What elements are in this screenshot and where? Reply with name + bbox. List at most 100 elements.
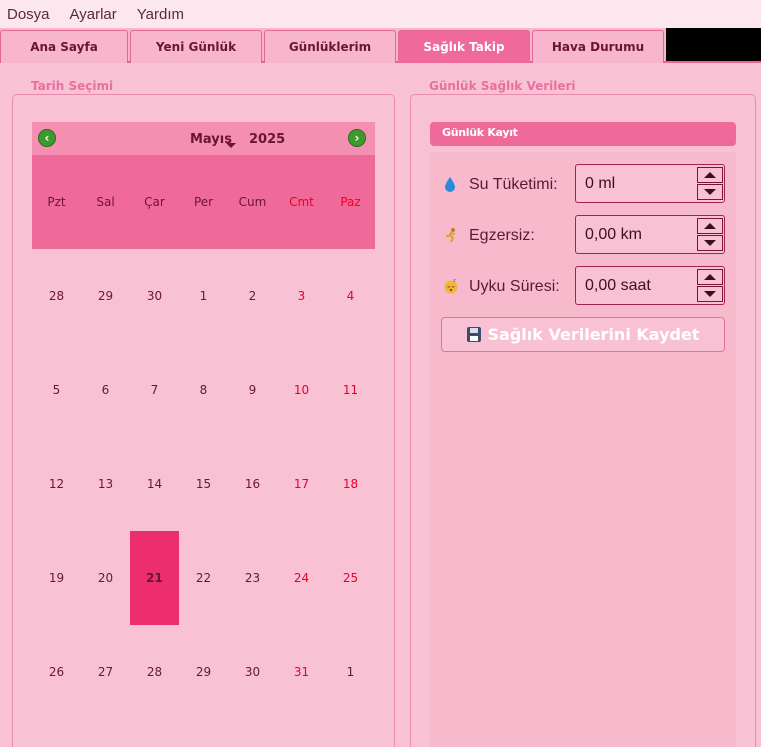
sleep-increment-button[interactable] — [697, 269, 723, 285]
calendar-day[interactable]: 12 — [32, 437, 81, 531]
sleep-decrement-button[interactable] — [697, 286, 723, 302]
exercise-increment-button[interactable] — [697, 218, 723, 234]
calendar-day[interactable]: 24 — [277, 531, 326, 625]
sleep-row-label: z Uyku Süresi: — [443, 275, 560, 299]
date-selection-title: Tarih Seçimi — [29, 79, 116, 93]
weekday-label: Per — [193, 195, 214, 209]
exercise-decrement-button[interactable] — [697, 235, 723, 251]
calendar-day-selected[interactable]: 21 — [130, 531, 179, 625]
sleep-spinbox[interactable]: 0,00 saat — [575, 266, 725, 305]
calendar-day[interactable]: 10 — [277, 343, 326, 437]
tab-bar-overflow — [666, 28, 761, 61]
running-icon — [443, 227, 463, 246]
menu-bar: Dosya Ayarlar Yardım — [0, 0, 761, 28]
calendar-grid: 28 29 30 1 2 3 4 5 6 7 8 9 10 11 12 13 1… — [32, 249, 375, 719]
calendar-day[interactable]: 9 — [228, 343, 277, 437]
calendar-day[interactable]: 29 — [179, 625, 228, 719]
save-health-data-label: Sağlık Verilerini Kaydet — [487, 325, 700, 344]
calendar-day[interactable]: 15 — [179, 437, 228, 531]
calendar-week: 26 27 28 29 30 31 1 — [32, 625, 375, 719]
calendar-week: 19 20 21 22 23 24 25 — [32, 531, 375, 625]
weekday-label: Cum — [238, 195, 267, 209]
weekday-label: Sal — [96, 195, 115, 209]
daily-record-title: Günlük Kayıt — [442, 126, 518, 138]
calendar-day[interactable]: 26 — [32, 625, 81, 719]
water-decrement-button[interactable] — [697, 184, 723, 200]
calendar-day[interactable]: 17 — [277, 437, 326, 531]
calendar-day[interactable]: 30 — [228, 625, 277, 719]
calendar-weekdays: Pzt Sal Çar Per Cum Cmt Paz — [32, 155, 375, 249]
calendar-day[interactable]: 6 — [81, 343, 130, 437]
calendar-day[interactable]: 1 — [326, 625, 375, 719]
tab-my-journals[interactable]: Günlüklerim — [264, 30, 396, 63]
tab-home[interactable]: Ana Sayfa — [0, 30, 128, 63]
calendar-day[interactable]: 8 — [179, 343, 228, 437]
water-label: Su Tüketimi: — [469, 176, 558, 193]
calendar-day[interactable]: 4 — [326, 249, 375, 343]
water-input[interactable]: 0 ml — [585, 175, 615, 193]
calendar-year[interactable]: 2025 — [249, 132, 285, 147]
calendar-day[interactable]: 27 — [81, 625, 130, 719]
svg-text:z: z — [453, 278, 456, 284]
calendar-day[interactable]: 5 — [32, 343, 81, 437]
weekday-label: Cmt — [289, 195, 314, 209]
tab-weather[interactable]: Hava Durumu — [532, 30, 664, 63]
water-spinbox[interactable]: 0 ml — [575, 164, 725, 203]
menu-settings[interactable]: Ayarlar — [63, 6, 127, 23]
calendar-day[interactable]: 23 — [228, 531, 277, 625]
tab-new-journal[interactable]: Yeni Günlük — [130, 30, 262, 63]
water-drop-icon — [443, 176, 463, 195]
calendar-day[interactable]: 31 — [277, 625, 326, 719]
calendar-week: 28 29 30 1 2 3 4 — [32, 249, 375, 343]
water-row-label: Su Tüketimi: — [443, 173, 558, 197]
sleep-input[interactable]: 0,00 saat — [585, 277, 651, 295]
exercise-input[interactable]: 0,00 km — [585, 226, 642, 244]
chevron-down-icon — [704, 291, 716, 297]
calendar-day[interactable]: 22 — [179, 531, 228, 625]
calendar-day[interactable]: 18 — [326, 437, 375, 531]
arrow-left-icon[interactable]: ‹ — [38, 129, 56, 147]
save-health-data-button[interactable]: Sağlık Verilerini Kaydet — [441, 317, 725, 352]
chevron-down-icon — [704, 189, 716, 195]
calendar-day[interactable]: 1 — [179, 249, 228, 343]
calendar-day[interactable]: 28 — [130, 625, 179, 719]
water-increment-button[interactable] — [697, 167, 723, 183]
exercise-label: Egzersiz: — [469, 227, 535, 244]
tab-bar: Ana Sayfa Yeni Günlük Günlüklerim Sağlık… — [0, 28, 761, 63]
exercise-row-label: Egzersiz: — [443, 224, 535, 248]
calendar-week: 12 13 14 15 16 17 18 — [32, 437, 375, 531]
calendar-day[interactable]: 20 — [81, 531, 130, 625]
chevron-down-icon[interactable] — [226, 143, 236, 148]
tab-health-tracking[interactable]: Sağlık Takip — [398, 30, 530, 63]
calendar-day[interactable]: 14 — [130, 437, 179, 531]
calendar-day[interactable]: 19 — [32, 531, 81, 625]
sleep-label: Uyku Süresi: — [469, 278, 560, 295]
chevron-up-icon — [704, 223, 716, 229]
sleeping-face-icon: z — [443, 278, 463, 297]
calendar-week: 5 6 7 8 9 10 11 — [32, 343, 375, 437]
chevron-up-icon — [704, 274, 716, 280]
menu-help[interactable]: Yardım — [130, 6, 194, 23]
exercise-spinbox[interactable]: 0,00 km — [575, 215, 725, 254]
arrow-right-icon[interactable]: › — [348, 129, 366, 147]
calendar-day[interactable]: 7 — [130, 343, 179, 437]
menu-file[interactable]: Dosya — [0, 6, 60, 23]
calendar-day[interactable]: 3 — [277, 249, 326, 343]
calendar-header: ‹ Mayıs 2025 › — [32, 122, 375, 155]
weekday-label: Çar — [144, 195, 165, 209]
weekday-label: Paz — [340, 195, 361, 209]
calendar-day[interactable]: 29 — [81, 249, 130, 343]
calendar-day[interactable]: 11 — [326, 343, 375, 437]
chevron-down-icon — [704, 240, 716, 246]
calendar-day[interactable]: 25 — [326, 531, 375, 625]
calendar-day[interactable]: 13 — [81, 437, 130, 531]
floppy-disk-icon — [466, 327, 481, 342]
calendar-day[interactable]: 28 — [32, 249, 81, 343]
calendar-day[interactable]: 16 — [228, 437, 277, 531]
weekday-label: Pzt — [47, 195, 66, 209]
calendar-day[interactable]: 30 — [130, 249, 179, 343]
daily-record-header: Günlük Kayıt — [430, 122, 736, 146]
health-data-title: Günlük Sağlık Verileri — [427, 79, 578, 93]
calendar-day[interactable]: 2 — [228, 249, 277, 343]
chevron-up-icon — [704, 172, 716, 178]
